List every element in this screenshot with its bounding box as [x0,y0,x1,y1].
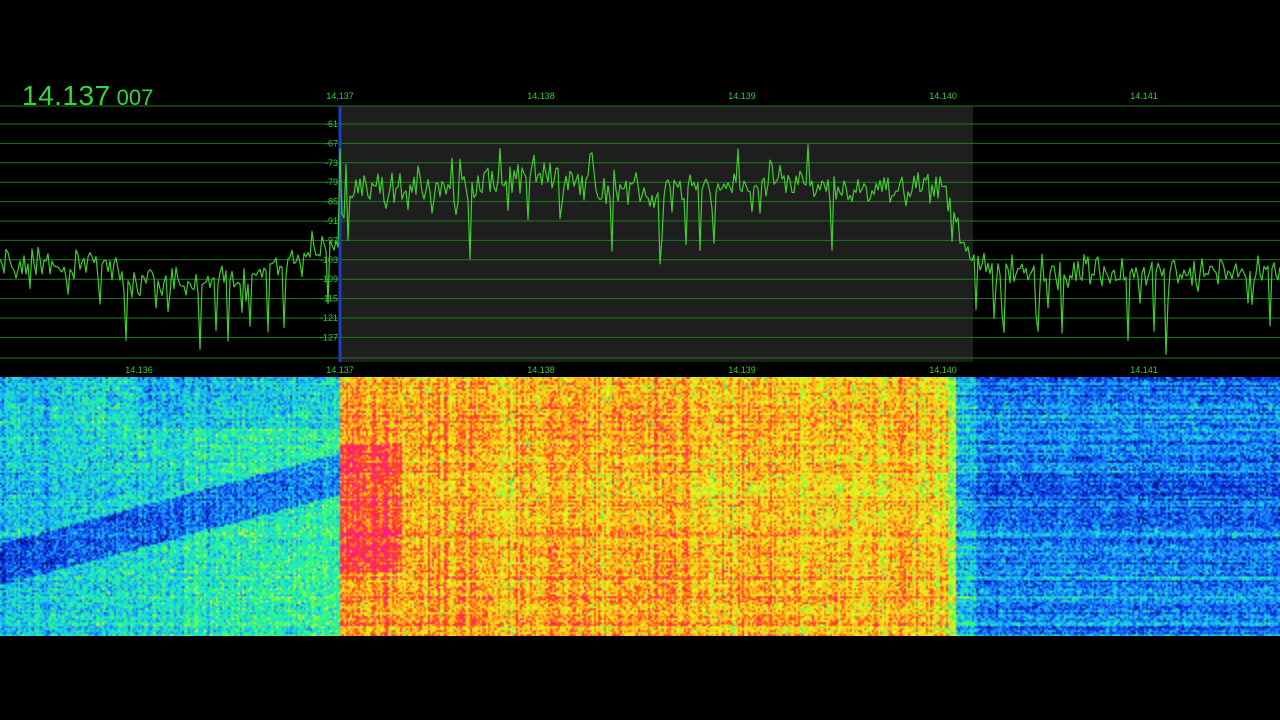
level-scale: -61-67-73-79-85-91-97-103-109-115-121-12… [320,119,338,342]
top-tick-label: 14.138 [527,91,555,101]
top-tick-label: 14.140 [929,91,957,101]
level-label: -127 [320,332,338,342]
bottom-tick-label: 14.138 [527,365,555,375]
level-label: -115 [321,294,338,304]
level-label: -79 [325,177,338,187]
level-label: -73 [325,158,338,168]
bottom-tick-label: 14.136 [125,365,153,375]
bottom-tick-label: 14.140 [929,365,957,375]
waterfall-panel[interactable] [0,377,1280,636]
top-tick-label: 14.137 [326,91,354,101]
bottom-tick-label: 14.137 [326,365,354,375]
level-label: -61 [325,119,338,129]
top-tick-label: 14.139 [728,91,756,101]
top-frequency-scale: 14.137 14.138 14.139 14.140 14.141 [326,91,1158,101]
spectrum-display[interactable]: 14.137 14.138 14.139 14.140 14.141 14.136 14.… [0,86,1280,376]
level-label: -85 [325,197,338,207]
level-label: -67 [325,138,338,148]
level-label: -121 [320,313,338,323]
passband-highlight [340,106,974,362]
bottom-frequency-scale: 14.136 14.137 14.138 14.139 14.140 14.141 [125,365,1158,375]
top-tick-label: 14.141 [1130,91,1158,101]
waterfall-display[interactable] [0,377,1280,636]
bottom-tick-label: 14.141 [1130,365,1158,375]
bottom-tick-label: 14.139 [728,365,756,375]
level-label: -91 [325,216,338,226]
